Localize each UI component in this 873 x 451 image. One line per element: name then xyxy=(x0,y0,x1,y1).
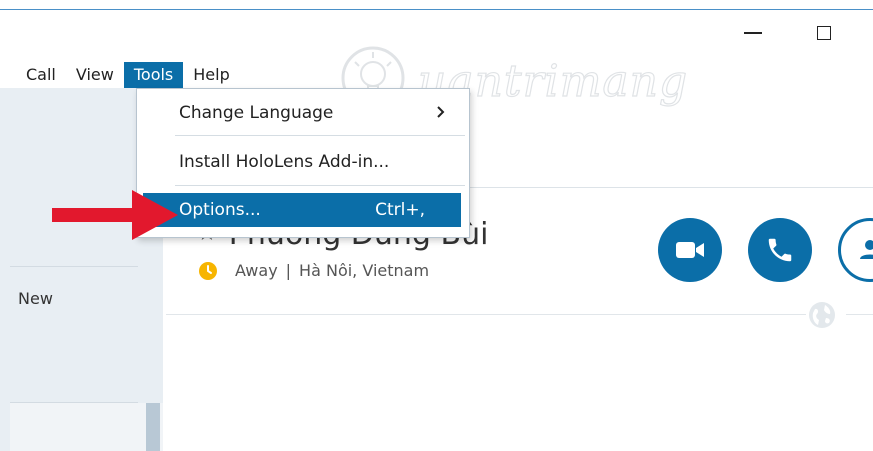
sidebar-item-new[interactable]: New xyxy=(18,289,53,308)
contact-status: Away | Hà Nôi, Vietnam xyxy=(199,261,429,280)
phone-icon xyxy=(768,238,792,262)
window-top-border xyxy=(0,0,873,10)
change-language-label: Change Language xyxy=(179,103,334,123)
add-person-icon xyxy=(860,240,873,259)
options-shortcut: Ctrl+, xyxy=(375,200,425,220)
audio-call-button[interactable] xyxy=(748,218,812,282)
menu-bar: Call View Tools Help xyxy=(16,62,240,88)
menu-call[interactable]: Call xyxy=(16,62,66,88)
video-camera-icon xyxy=(676,242,704,258)
maximize-button[interactable] xyxy=(804,18,844,48)
menu-item-install-hololens[interactable]: Install HoloLens Add-in... xyxy=(137,144,469,180)
minimize-button[interactable] xyxy=(733,18,773,48)
conversation-divider xyxy=(166,314,806,315)
globe-icon[interactable] xyxy=(807,300,837,330)
status-separator: | xyxy=(285,261,292,280)
options-label: Options... xyxy=(179,200,261,220)
sidebar-list-area xyxy=(10,403,163,451)
away-clock-icon xyxy=(199,261,217,280)
maximize-icon xyxy=(817,26,831,40)
menu-tools[interactable]: Tools xyxy=(123,62,184,88)
sidebar-divider xyxy=(10,266,138,267)
conversation-divider-right xyxy=(846,314,873,315)
install-hololens-label: Install HoloLens Add-in... xyxy=(179,152,390,172)
location-text: Hà Nôi, Vietnam xyxy=(299,261,430,280)
header-divider xyxy=(470,187,873,188)
status-text: Away xyxy=(235,261,278,280)
chevron-right-icon xyxy=(437,106,445,118)
menu-view[interactable]: View xyxy=(66,62,124,88)
red-pointer-arrow-icon xyxy=(52,190,178,240)
tools-dropdown-menu: Change Language Install HoloLens Add-in.… xyxy=(136,88,470,238)
video-call-button[interactable] xyxy=(658,218,722,282)
menu-item-options[interactable]: Options... Ctrl+, xyxy=(143,193,461,227)
menu-separator xyxy=(175,135,465,136)
menu-separator xyxy=(175,185,465,186)
add-contact-button[interactable] xyxy=(838,218,873,282)
sidebar-scrollbar[interactable] xyxy=(146,403,160,451)
menu-item-change-language[interactable]: Change Language xyxy=(137,95,469,131)
minimize-icon xyxy=(744,32,762,34)
menu-help[interactable]: Help xyxy=(183,62,239,88)
